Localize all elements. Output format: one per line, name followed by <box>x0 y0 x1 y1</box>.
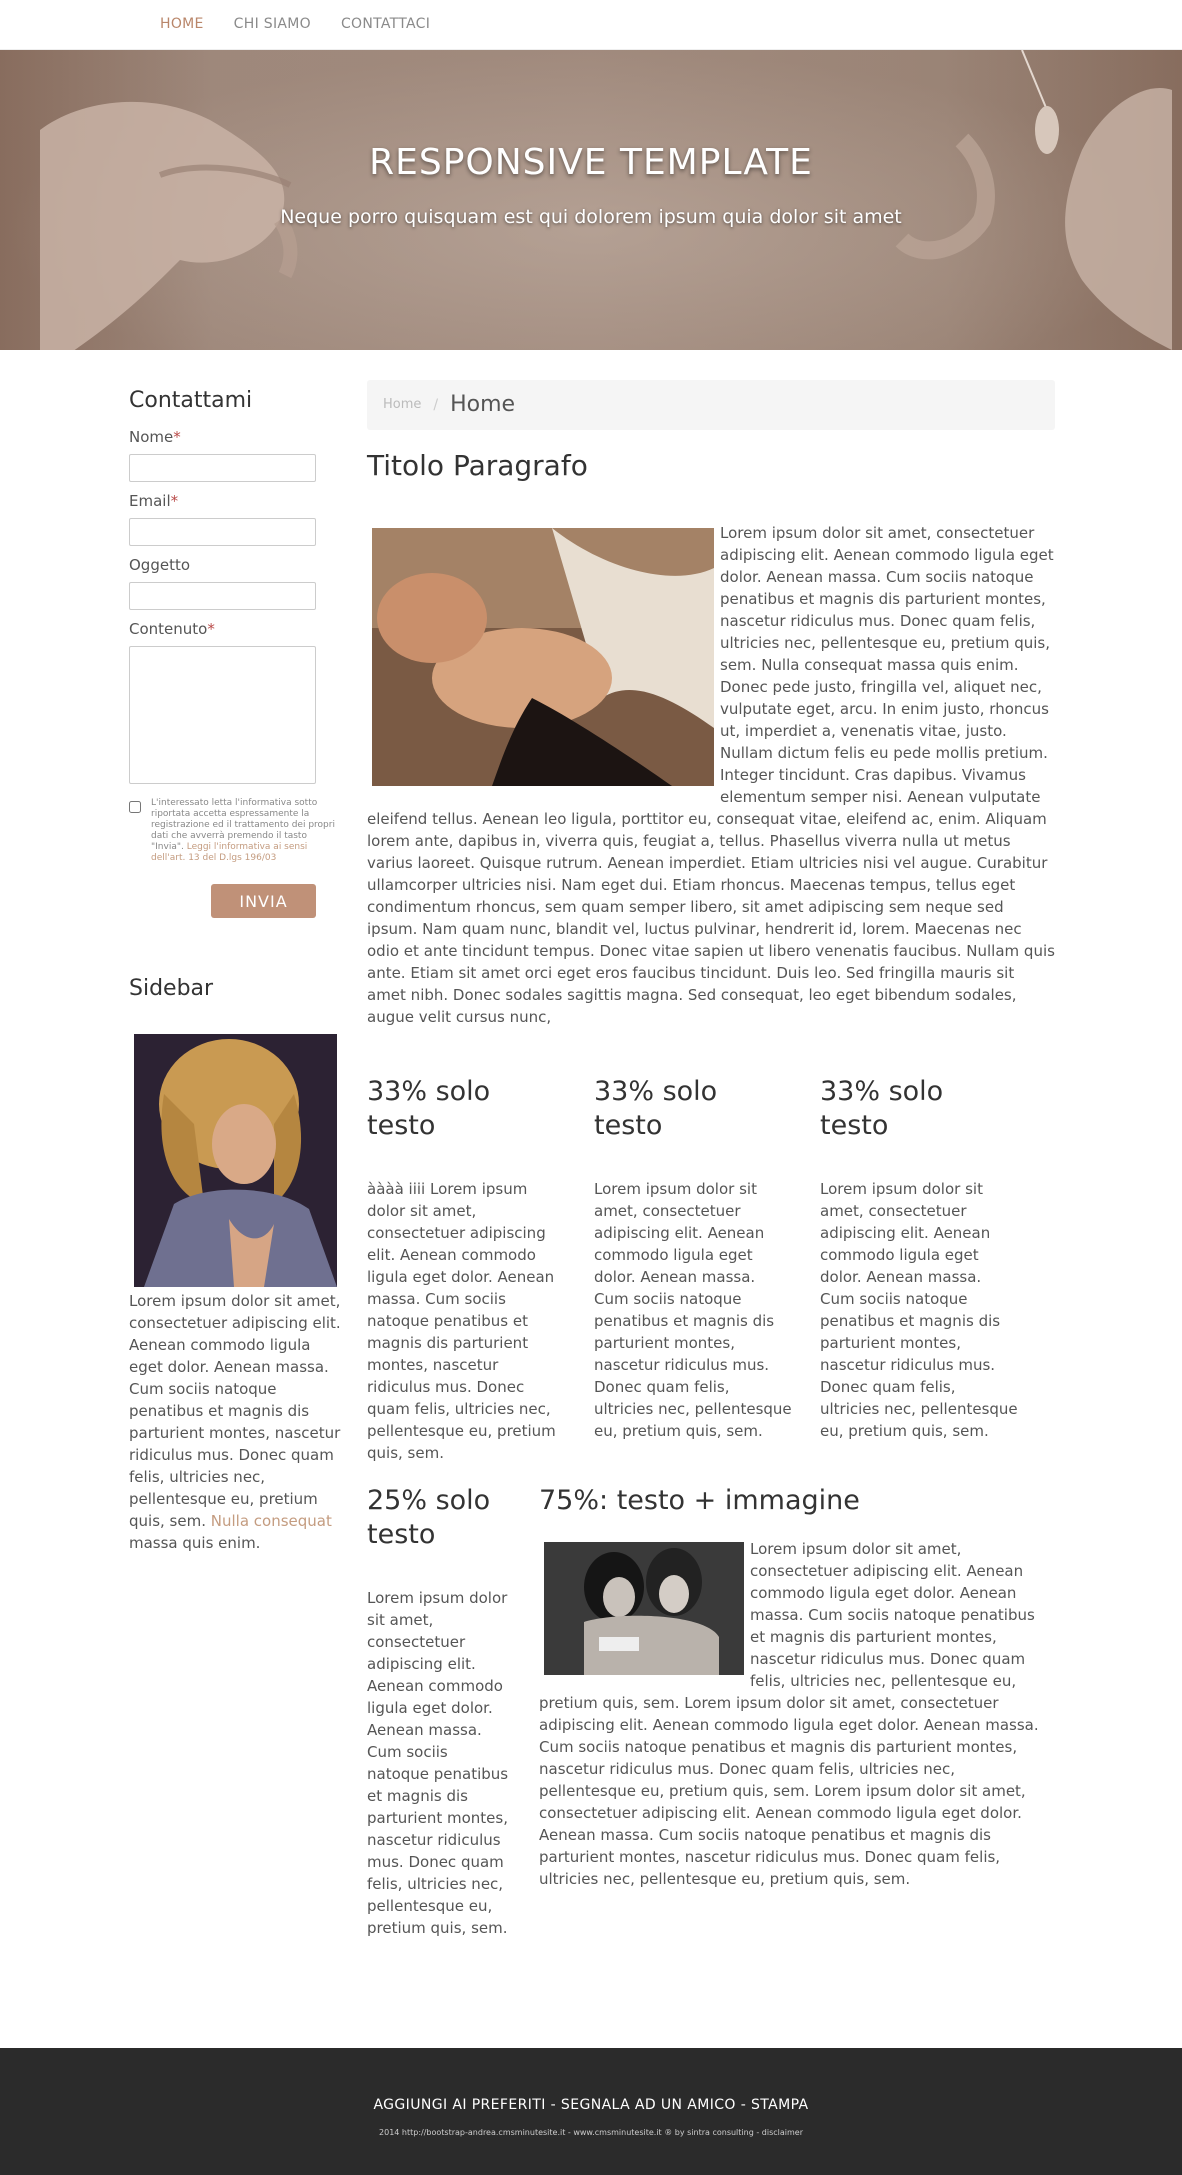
sidebar-link[interactable]: Nulla consequat <box>211 1512 332 1530</box>
column-75-text: Lorem ipsum dolor sit amet, consectetuer… <box>539 1540 1039 1888</box>
hero-title: RESPONSIVE TEMPLATE <box>369 142 813 183</box>
column-33-3: 33% solo testo Lorem ipsum dolor sit ame… <box>820 1075 1018 1442</box>
footer: AGGIUNGI AI PREFERITI - SEGNALA AD UN AM… <box>0 2048 1182 2175</box>
page-title: Titolo Paragrafo <box>367 449 588 482</box>
column-25-text: Lorem ipsum dolor sit amet, consectetuer… <box>367 1589 509 1937</box>
hero-subtitle: Neque porro quisquam est qui dolorem ips… <box>280 206 902 228</box>
hero-banner: RESPONSIVE TEMPLATE Neque porro quisquam… <box>0 50 1182 350</box>
nav-item-chi-siamo[interactable]: CHI SIAMO <box>219 0 326 48</box>
subject-label: Oggetto <box>129 556 191 574</box>
sidebar-image <box>134 1034 337 1287</box>
nav-item-home[interactable]: HOME <box>145 0 219 48</box>
content-textarea[interactable] <box>129 646 316 784</box>
footer-copyright: 2014 http://bootstrap-andrea.cmsminutesi… <box>379 2128 803 2137</box>
breadcrumb-current: Home <box>450 392 516 417</box>
name-field[interactable] <box>129 454 316 482</box>
subject-field[interactable] <box>129 582 316 610</box>
submit-button[interactable]: INVIA <box>211 884 316 918</box>
hero-hand-left-image <box>40 101 298 350</box>
nav-item-contattaci[interactable]: CONTATTACI <box>326 0 445 48</box>
column-title: 33% solo testo <box>594 1076 718 1141</box>
content-label: Contenuto* <box>129 620 215 638</box>
column-text: àààà iiii Lorem ipsum dolor sit amet, co… <box>367 1180 556 1462</box>
breadcrumb-home-link[interactable]: Home <box>383 394 421 416</box>
top-navbar: HOME CHI SIAMO CONTATTACI <box>0 0 1182 50</box>
column-25-title: 25% solo testo <box>367 1485 491 1550</box>
hero-hand-right-image <box>895 50 1172 350</box>
sidebar-text: Lorem ipsum dolor sit amet, consectetuer… <box>129 1292 341 1552</box>
main-image <box>372 528 714 786</box>
nav-menu: HOME CHI SIAMO CONTATTACI <box>145 0 445 48</box>
email-label: Email* <box>129 492 179 510</box>
main-paragraph: Lorem ipsum dolor sit amet, consectetuer… <box>367 524 1055 1026</box>
breadcrumb-separator: / <box>433 397 439 413</box>
column-75-title: 75%: testo + immagine <box>539 1485 860 1516</box>
column-text: Lorem ipsum dolor sit amet, consectetuer… <box>594 1180 792 1440</box>
email-field[interactable] <box>129 518 316 546</box>
name-label: Nome* <box>129 428 181 446</box>
column-33-2: 33% solo testo Lorem ipsum dolor sit ame… <box>594 1075 792 1442</box>
contact-form-title: Contattami <box>129 388 253 413</box>
column-text: Lorem ipsum dolor sit amet, consectetuer… <box>820 1180 1018 1440</box>
column-75: 75%: testo + immagine Lorem ipsum dolor … <box>539 1484 1047 1890</box>
breadcrumb: Home / Home <box>367 380 1055 430</box>
column-75-image <box>544 1542 744 1675</box>
contact-form: Contattami Nome* Email* Oggetto Contenut… <box>129 390 339 918</box>
privacy-checkbox[interactable] <box>129 801 141 813</box>
column-title: 33% solo testo <box>367 1076 491 1141</box>
footer-links[interactable]: AGGIUNGI AI PREFERITI - SEGNALA AD UN AM… <box>0 2094 1182 2116</box>
privacy-text: L'interessato letta l'informativa sotto … <box>151 798 335 863</box>
sidebar-title: Sidebar <box>129 976 214 1001</box>
column-title: 33% solo testo <box>820 1076 944 1141</box>
privacy-consent: L'interessato letta l'informativa sotto … <box>129 798 339 864</box>
column-25: 25% solo testo Lorem ipsum dolor sit ame… <box>367 1484 513 1939</box>
column-33-1: 33% solo testo àààà iiii Lorem ipsum dol… <box>367 1075 565 1464</box>
